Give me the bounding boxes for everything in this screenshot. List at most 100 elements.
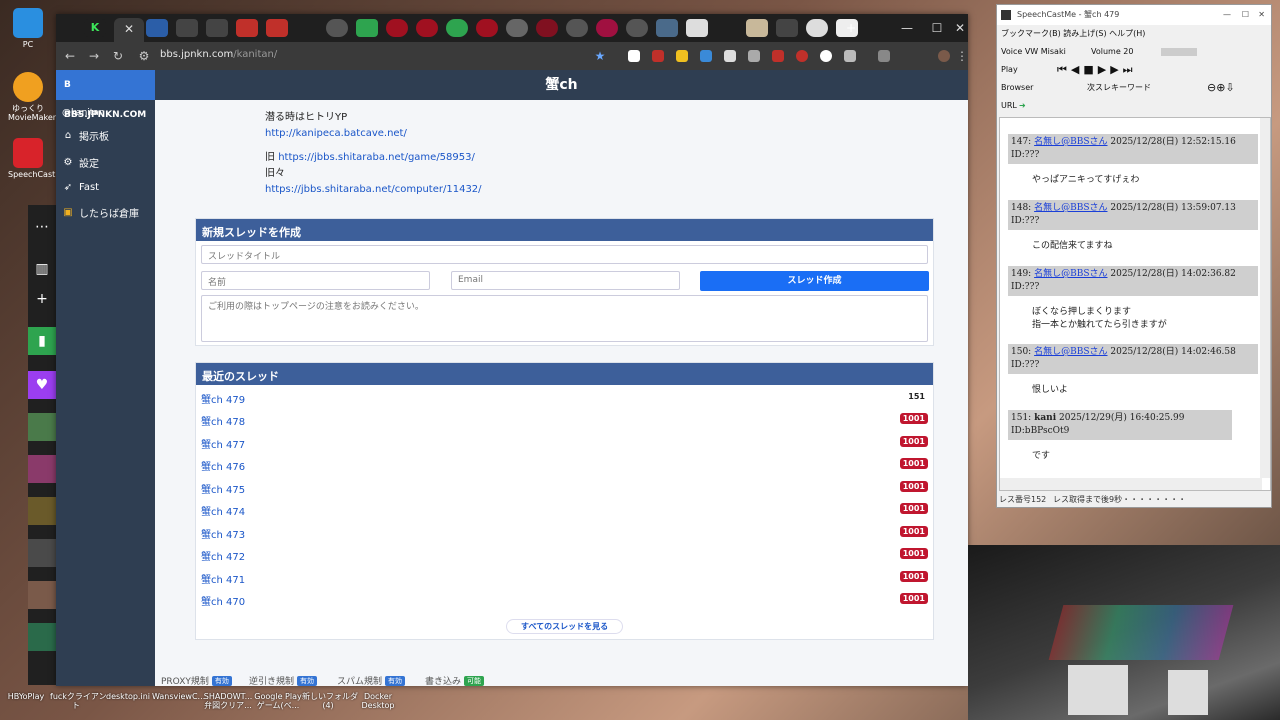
go-icon[interactable]: ➜	[1019, 97, 1026, 115]
heart-icon[interactable]: ♥	[28, 371, 56, 399]
extension-icon[interactable]	[676, 50, 688, 62]
desktop-item[interactable]: Google Play ゲーム(ベ...	[252, 692, 304, 710]
close-icon[interactable]: ✕	[1258, 5, 1265, 25]
site-info-icon[interactable]: ⚙	[134, 47, 154, 65]
add-icon[interactable]: +	[28, 285, 56, 313]
sidebar-item-settings[interactable]: ⚙ 設定	[56, 149, 155, 176]
sidebar-item-archive[interactable]: ▣ したらば倉庫	[56, 199, 155, 226]
desktop-item[interactable]: desktop.ini	[102, 692, 154, 701]
tab-favicon-k[interactable]: K	[84, 19, 106, 37]
app-thumb-icon[interactable]	[28, 581, 56, 609]
speechcast-menu[interactable]: ブックマーク(B) 読み上げ(S) ヘルプ(H)	[997, 25, 1271, 43]
all-threads-button[interactable]: すべてのスレッドを見る	[506, 619, 624, 634]
menu-dots-icon[interactable]: ⋮	[956, 47, 968, 65]
desktop-item[interactable]: 新しいフォルダ (4)	[302, 692, 358, 710]
app-thumb-icon[interactable]	[28, 623, 56, 651]
forward-icon[interactable]: →	[84, 47, 104, 65]
extension-icon[interactable]	[820, 50, 832, 62]
post-name[interactable]: 名無し@BBSさん	[1034, 269, 1107, 279]
thread-link[interactable]: 蟹ch 470	[201, 593, 245, 608]
tab-favicon[interactable]	[776, 19, 798, 37]
reload-icon[interactable]: ↻	[108, 47, 128, 65]
thread-row[interactable]: 蟹ch 472 1001	[201, 544, 928, 566]
description-link[interactable]: https://jbbs.shitaraba.net/computer/1143…	[265, 184, 482, 195]
extension-icon[interactable]	[772, 50, 784, 62]
post-name[interactable]: 名無し@BBSさん	[1034, 347, 1107, 357]
puzzle-icon[interactable]	[844, 50, 856, 62]
tab-favicon[interactable]	[596, 19, 618, 37]
post-name[interactable]: 名無し@BBSさん	[1034, 203, 1107, 213]
post-name[interactable]: 名無し@BBSさん	[1034, 137, 1107, 147]
window-close-icon[interactable]: ✕	[952, 14, 968, 42]
tab-favicon[interactable]	[266, 19, 288, 37]
tab-favicon[interactable]	[506, 19, 528, 37]
voice-select[interactable]: Voice VW Misaki	[1001, 47, 1066, 56]
tab-favicon[interactable]	[356, 19, 378, 37]
desktop-item[interactable]: SHADOWT... 弁図クリア...	[202, 692, 254, 710]
tab-favicon[interactable]	[536, 19, 558, 37]
app-thumb-icon[interactable]	[28, 413, 56, 441]
description-link[interactable]: http://kanipeca.batcave.net/	[265, 128, 407, 139]
minimize-icon[interactable]: —	[1223, 5, 1231, 25]
more-icon[interactable]: ⋯	[28, 213, 56, 241]
tab-favicon[interactable]	[476, 19, 498, 37]
thread-row[interactable]: 蟹ch 477 1001	[201, 432, 928, 454]
horizontal-scrollbar[interactable]	[1000, 478, 1262, 490]
desktop-item[interactable]: fuckクライアン ト	[50, 692, 107, 710]
desktop-icon-moviemaker[interactable]: ゆっくり MovieMaker	[8, 72, 56, 122]
tab-favicon[interactable]	[686, 19, 708, 37]
tab-favicon[interactable]	[206, 19, 228, 37]
back-icon[interactable]: ←	[60, 47, 80, 65]
tab-favicon[interactable]	[386, 19, 408, 37]
maximize-icon[interactable]: ☐	[922, 14, 952, 42]
tab-favicon[interactable]	[416, 19, 438, 37]
extension-icon[interactable]	[796, 50, 808, 62]
tab-favicon[interactable]	[806, 19, 828, 37]
thread-row[interactable]: 蟹ch 470 1001	[201, 589, 928, 611]
bookmark-icon[interactable]: ▮	[28, 327, 56, 355]
key-icon[interactable]	[878, 50, 890, 62]
thread-link[interactable]: 蟹ch 471	[201, 571, 245, 586]
tab-active[interactable]: ✕	[114, 18, 144, 42]
thread-row[interactable]: 蟹ch 479 151	[201, 387, 928, 409]
extension-icon[interactable]	[748, 50, 760, 62]
thread-row[interactable]: 蟹ch 475 1001	[201, 477, 928, 499]
maximize-icon[interactable]: ☐	[1242, 5, 1249, 25]
tab-favicon[interactable]	[566, 19, 588, 37]
next-thread-keyword[interactable]: 次スレキーワード	[1087, 79, 1151, 97]
playback-controls-icon[interactable]: ⏮◀■▶▶⏭	[1057, 61, 1137, 79]
tab-favicon[interactable]	[176, 19, 198, 37]
thread-link[interactable]: 蟹ch 474	[201, 503, 245, 518]
tab-favicon[interactable]	[146, 19, 168, 37]
thread-link[interactable]: 蟹ch 472	[201, 548, 245, 563]
thread-row[interactable]: 蟹ch 473 1001	[201, 522, 928, 544]
thread-link[interactable]: 蟹ch 473	[201, 526, 245, 541]
thread-link[interactable]: 蟹ch 476	[201, 458, 245, 473]
url-field[interactable]: bbs.jpnkn.com/kanitan/	[160, 49, 277, 60]
thread-row[interactable]: 蟹ch 478 1001	[201, 409, 928, 431]
app-thumb-icon[interactable]	[28, 455, 56, 483]
extension-icon[interactable]	[724, 50, 736, 62]
desktop-item[interactable]: WansviewC...	[152, 692, 205, 701]
app-thumb-icon[interactable]	[28, 539, 56, 567]
thread-title-input[interactable]: スレッドタイトル	[201, 245, 928, 264]
close-icon[interactable]: ✕	[124, 22, 134, 36]
site-brand[interactable]: B BBS.JPNKN.COM	[56, 70, 155, 120]
body-textarea[interactable]: ご利用の際はトップページの注意をお読みください。	[201, 295, 928, 342]
thread-row[interactable]: 蟹ch 476 1001	[201, 454, 928, 476]
desktop-icon-speechcast[interactable]: SpeechCast	[8, 138, 55, 179]
vertical-scrollbar[interactable]	[1260, 118, 1270, 478]
name-input[interactable]: 名前	[201, 271, 430, 290]
extension-icon[interactable]	[652, 50, 664, 62]
extension-icon[interactable]	[628, 50, 640, 62]
sidebar-item-fast[interactable]: ➶ Fast	[56, 176, 155, 199]
tab-favicon[interactable]	[656, 19, 678, 37]
create-thread-button[interactable]: スレッド作成	[700, 271, 929, 291]
bookmark-star-icon[interactable]: ★	[590, 47, 610, 65]
thread-row[interactable]: 蟹ch 474 1001	[201, 499, 928, 521]
thread-link[interactable]: 蟹ch 478	[201, 413, 245, 428]
minimize-icon[interactable]: —	[892, 14, 922, 42]
avatar[interactable]	[938, 50, 950, 62]
extension-icon[interactable]	[700, 50, 712, 62]
tab-favicon-x[interactable]	[326, 19, 348, 37]
